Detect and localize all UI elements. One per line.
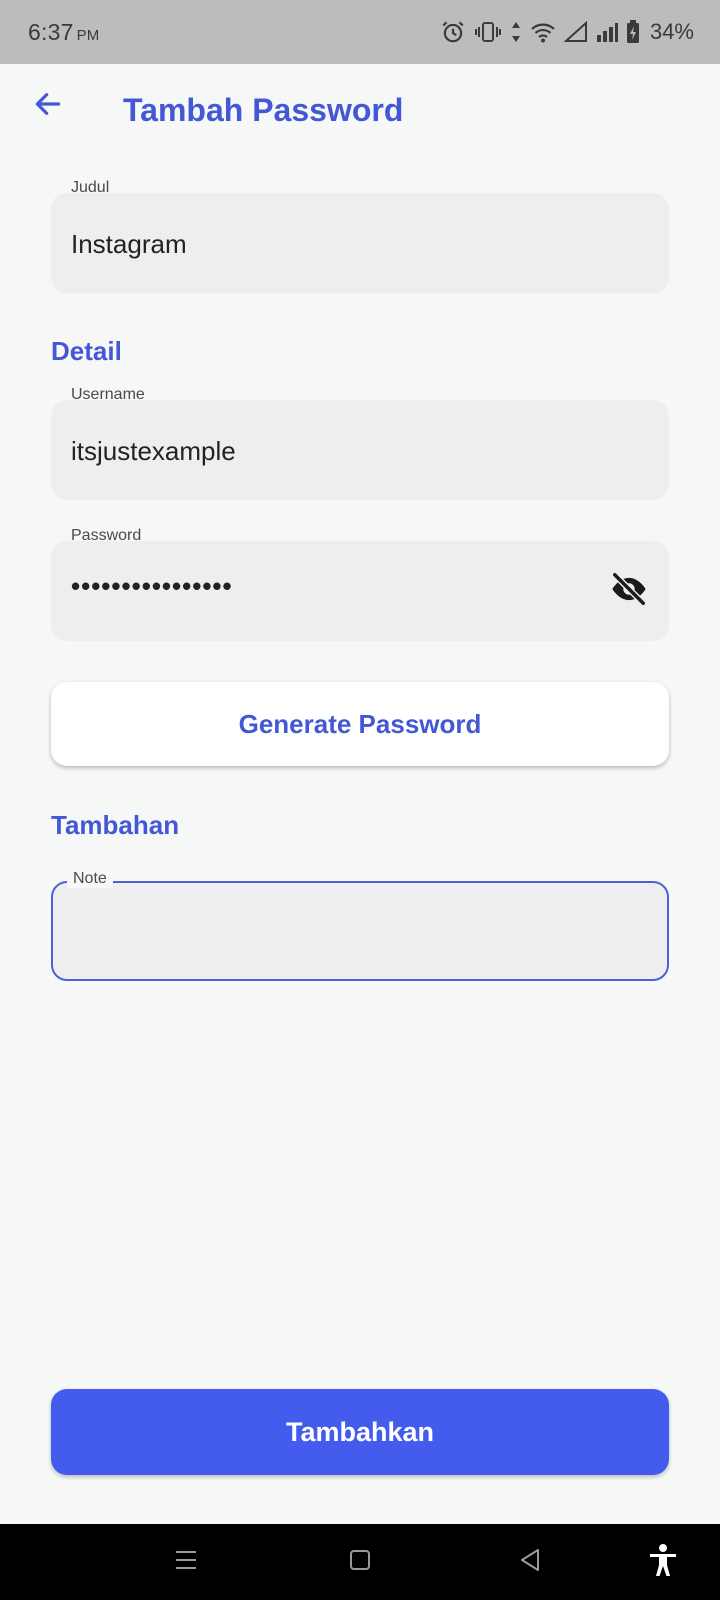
generate-password-button[interactable]: Generate Password	[51, 682, 669, 766]
password-visibility-toggle[interactable]	[609, 571, 649, 611]
note-field[interactable]: Note	[51, 870, 669, 981]
submit-button[interactable]: Tambahkan	[51, 1389, 669, 1475]
back-triangle-icon	[519, 1548, 541, 1577]
accessibility-icon	[648, 1543, 678, 1582]
wifi-icon	[530, 21, 556, 43]
nav-bar	[0, 1524, 720, 1600]
username-field[interactable]: Username itsjustexample	[51, 386, 669, 500]
signal-icon	[596, 21, 618, 43]
password-field-label: Password	[71, 527, 142, 544]
password-field-value[interactable]: ••••••••••••••••	[71, 571, 233, 602]
system-back-button[interactable]	[510, 1542, 550, 1582]
status-bar: 6:37 PM 34%	[0, 0, 720, 64]
username-field-value[interactable]: itsjustexample	[71, 436, 236, 467]
home-button[interactable]	[340, 1542, 380, 1582]
app-bar: Tambah Password	[0, 64, 720, 160]
password-field[interactable]: Password ••••••••••••••••	[51, 527, 669, 641]
back-button[interactable]	[26, 84, 70, 128]
note-field-label: Note	[67, 870, 113, 888]
alarm-icon	[440, 19, 466, 45]
status-time: 6:37 PM	[28, 19, 99, 46]
title-field-label: Judul	[71, 179, 110, 196]
battery-charging-icon	[626, 20, 640, 44]
page-title: Tambah Password	[123, 92, 404, 128]
data-arrows-icon	[510, 20, 522, 44]
title-field[interactable]: Judul Instagram	[51, 179, 669, 293]
status-time-value: 6:37	[28, 18, 74, 45]
status-icons: 34%	[440, 19, 694, 45]
signal-empty-icon	[563, 21, 588, 43]
home-icon	[349, 1549, 371, 1576]
title-field-value[interactable]: Instagram	[71, 229, 187, 260]
eye-off-icon	[610, 570, 648, 613]
battery-percent: 34%	[649, 19, 694, 44]
accessibility-button[interactable]	[643, 1542, 683, 1582]
username-field-label: Username	[71, 386, 145, 403]
status-time-ampm: PM	[76, 26, 100, 44]
recents-icon	[174, 1549, 198, 1576]
extra-heading: Tambahan	[51, 810, 180, 840]
detail-heading: Detail	[51, 336, 122, 366]
recents-button[interactable]	[166, 1542, 206, 1582]
vibrate-icon	[474, 20, 502, 44]
arrow-left-icon	[32, 88, 64, 125]
